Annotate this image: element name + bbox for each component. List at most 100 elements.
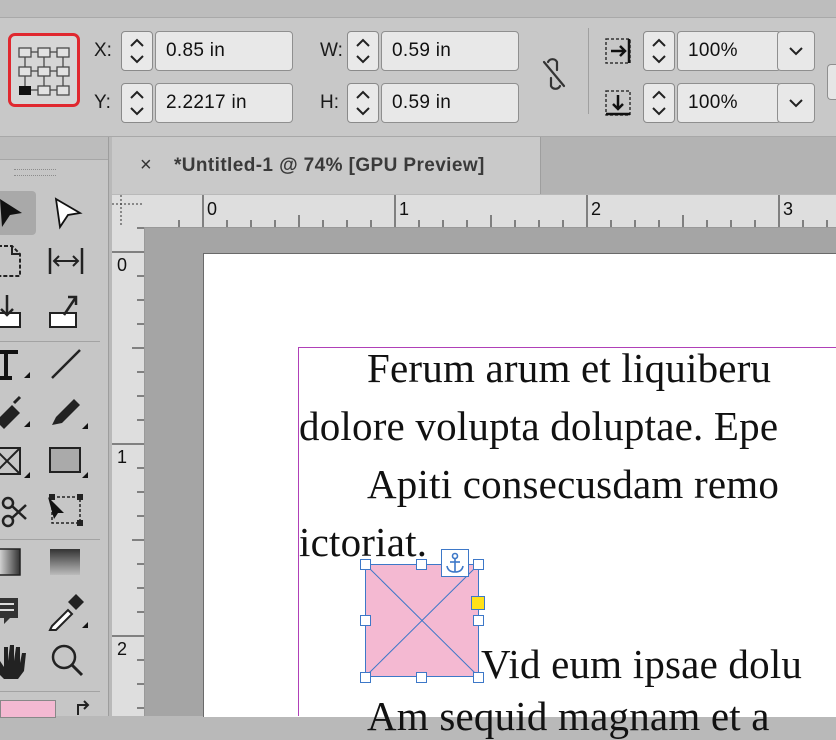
scale-x-field[interactable]: 100% xyxy=(677,31,781,71)
tools-panel-grip[interactable] xyxy=(14,169,56,176)
note-tool-icon xyxy=(0,598,18,624)
w-stepper[interactable] xyxy=(347,31,379,71)
anchored-graphic-frame[interactable] xyxy=(364,563,480,678)
scissors-icon xyxy=(1,496,27,528)
pen-tool-icon xyxy=(0,395,30,429)
h-stepper[interactable] xyxy=(347,83,379,123)
direct-selection-arrow-icon xyxy=(54,197,83,230)
zoom-tool[interactable] xyxy=(44,639,88,683)
page-tool[interactable] xyxy=(0,240,34,284)
broken-link-icon xyxy=(542,58,566,90)
pencil-tool[interactable] xyxy=(44,391,88,435)
eyedropper-tool[interactable] xyxy=(44,590,88,634)
y-stepper[interactable] xyxy=(121,83,153,123)
swap-arrow-icon xyxy=(77,700,90,715)
resize-handle-right[interactable] xyxy=(473,615,484,626)
horizontal-ruler-ticks xyxy=(178,195,828,227)
horizontal-ruler[interactable]: 0 1 2 3 xyxy=(144,195,836,228)
next-control-field[interactable] xyxy=(827,64,836,100)
stepper-arrows-icon xyxy=(130,90,144,116)
selection-tool[interactable] xyxy=(0,191,36,235)
width-field[interactable]: 0.59 in xyxy=(381,31,519,71)
w-label: W: xyxy=(320,40,343,61)
chevron-down-icon xyxy=(789,99,803,108)
note-tool[interactable] xyxy=(0,590,34,634)
resize-handle-left[interactable] xyxy=(360,615,371,626)
content-placer-tool[interactable] xyxy=(44,289,88,333)
type-tool[interactable] xyxy=(0,342,34,386)
tools-panel xyxy=(0,137,109,716)
x-stepper[interactable] xyxy=(121,31,153,71)
height-field[interactable]: 0.59 in xyxy=(381,83,519,123)
line-tool[interactable] xyxy=(44,342,88,386)
ruler-label: 1 xyxy=(117,447,128,467)
h-label: H: xyxy=(320,92,339,113)
ruler-label: 0 xyxy=(207,199,218,219)
resize-handle-bottom[interactable] xyxy=(416,672,427,683)
swap-fill-stroke-button[interactable] xyxy=(70,697,100,716)
panel-divider xyxy=(588,28,589,114)
scale-x-dropdown[interactable] xyxy=(777,31,815,71)
gradient-swatch-icon xyxy=(0,548,21,576)
document-tab-title: *Untitled-1 @ 74% [GPU Preview] xyxy=(174,155,485,176)
y-label: Y: xyxy=(94,92,111,113)
rectangle-frame-tool[interactable] xyxy=(0,440,34,484)
scale-y-field[interactable]: 100% xyxy=(677,83,781,123)
vertical-ruler[interactable]: 0 1 2 xyxy=(112,227,145,716)
type-tool-icon xyxy=(0,350,30,380)
gradient-swatch-tool[interactable] xyxy=(0,541,34,585)
scale-x-stepper[interactable] xyxy=(643,31,675,71)
ruler-label: 3 xyxy=(783,199,794,219)
direct-selection-tool[interactable] xyxy=(44,191,88,235)
resize-handle-top[interactable] xyxy=(416,559,427,570)
close-tab-icon[interactable]: × xyxy=(140,154,152,177)
text-line[interactable]: dolore volupta doluptae. Epe xyxy=(299,402,778,450)
content-grabber-handle[interactable] xyxy=(471,596,485,610)
stepper-arrows-icon xyxy=(130,38,144,64)
stepper-arrows-icon xyxy=(652,38,666,64)
text-line[interactable]: Ferum arum et liquiberu xyxy=(367,344,771,392)
ruler-label: 2 xyxy=(591,199,602,219)
selection-arrow-icon xyxy=(0,199,22,227)
scale-y-icon xyxy=(604,87,634,119)
free-transform-tool[interactable] xyxy=(44,489,88,533)
ruler-origin[interactable] xyxy=(112,195,145,228)
anchor-icon xyxy=(446,552,464,573)
stepper-arrows-icon xyxy=(652,90,666,116)
tools-divider xyxy=(0,539,100,540)
line-tool-icon xyxy=(51,349,81,379)
text-line[interactable]: Apiti consecusdam remo xyxy=(367,460,779,508)
rectangle-icon xyxy=(49,447,88,478)
eyedropper-icon xyxy=(48,594,88,631)
resize-handle-bottom-left[interactable] xyxy=(360,672,371,683)
constrain-proportions-button[interactable] xyxy=(538,56,570,92)
hand-icon xyxy=(0,645,26,679)
text-line[interactable]: Vid eum ipsae dolu xyxy=(481,640,802,688)
scissors-tool[interactable] xyxy=(0,489,34,533)
gradient-feather-tool[interactable] xyxy=(44,541,88,585)
scale-y-stepper[interactable] xyxy=(643,83,675,123)
pen-tool[interactable] xyxy=(0,391,34,435)
hand-tool[interactable] xyxy=(0,639,34,683)
reference-point-locator[interactable] xyxy=(8,33,80,107)
reference-point-grid-icon xyxy=(18,47,70,96)
anchor-marker[interactable] xyxy=(441,549,469,577)
page-tool-icon xyxy=(0,245,21,277)
text-line[interactable]: Am sequid magnam et a xyxy=(367,692,770,740)
document-tab[interactable]: × *Untitled-1 @ 74% [GPU Preview] xyxy=(112,137,541,194)
resize-handle-top-left[interactable] xyxy=(360,559,371,570)
gradient-feather-icon xyxy=(50,549,80,575)
resize-handle-top-right[interactable] xyxy=(473,559,484,570)
ruler-label: 2 xyxy=(117,639,128,659)
fill-swatch[interactable] xyxy=(0,700,56,718)
x-label: X: xyxy=(94,40,112,61)
rectangle-tool[interactable] xyxy=(44,440,88,484)
scale-y-dropdown[interactable] xyxy=(777,83,815,123)
tools-panel-header[interactable] xyxy=(0,137,108,160)
gap-tool-icon xyxy=(48,248,84,274)
y-position-field[interactable]: 2.2217 in xyxy=(155,83,293,123)
gap-tool[interactable] xyxy=(44,240,88,284)
content-collector-tool[interactable] xyxy=(0,289,34,333)
x-position-field[interactable]: 0.85 in xyxy=(155,31,293,71)
resize-handle-bottom-right[interactable] xyxy=(473,672,484,683)
